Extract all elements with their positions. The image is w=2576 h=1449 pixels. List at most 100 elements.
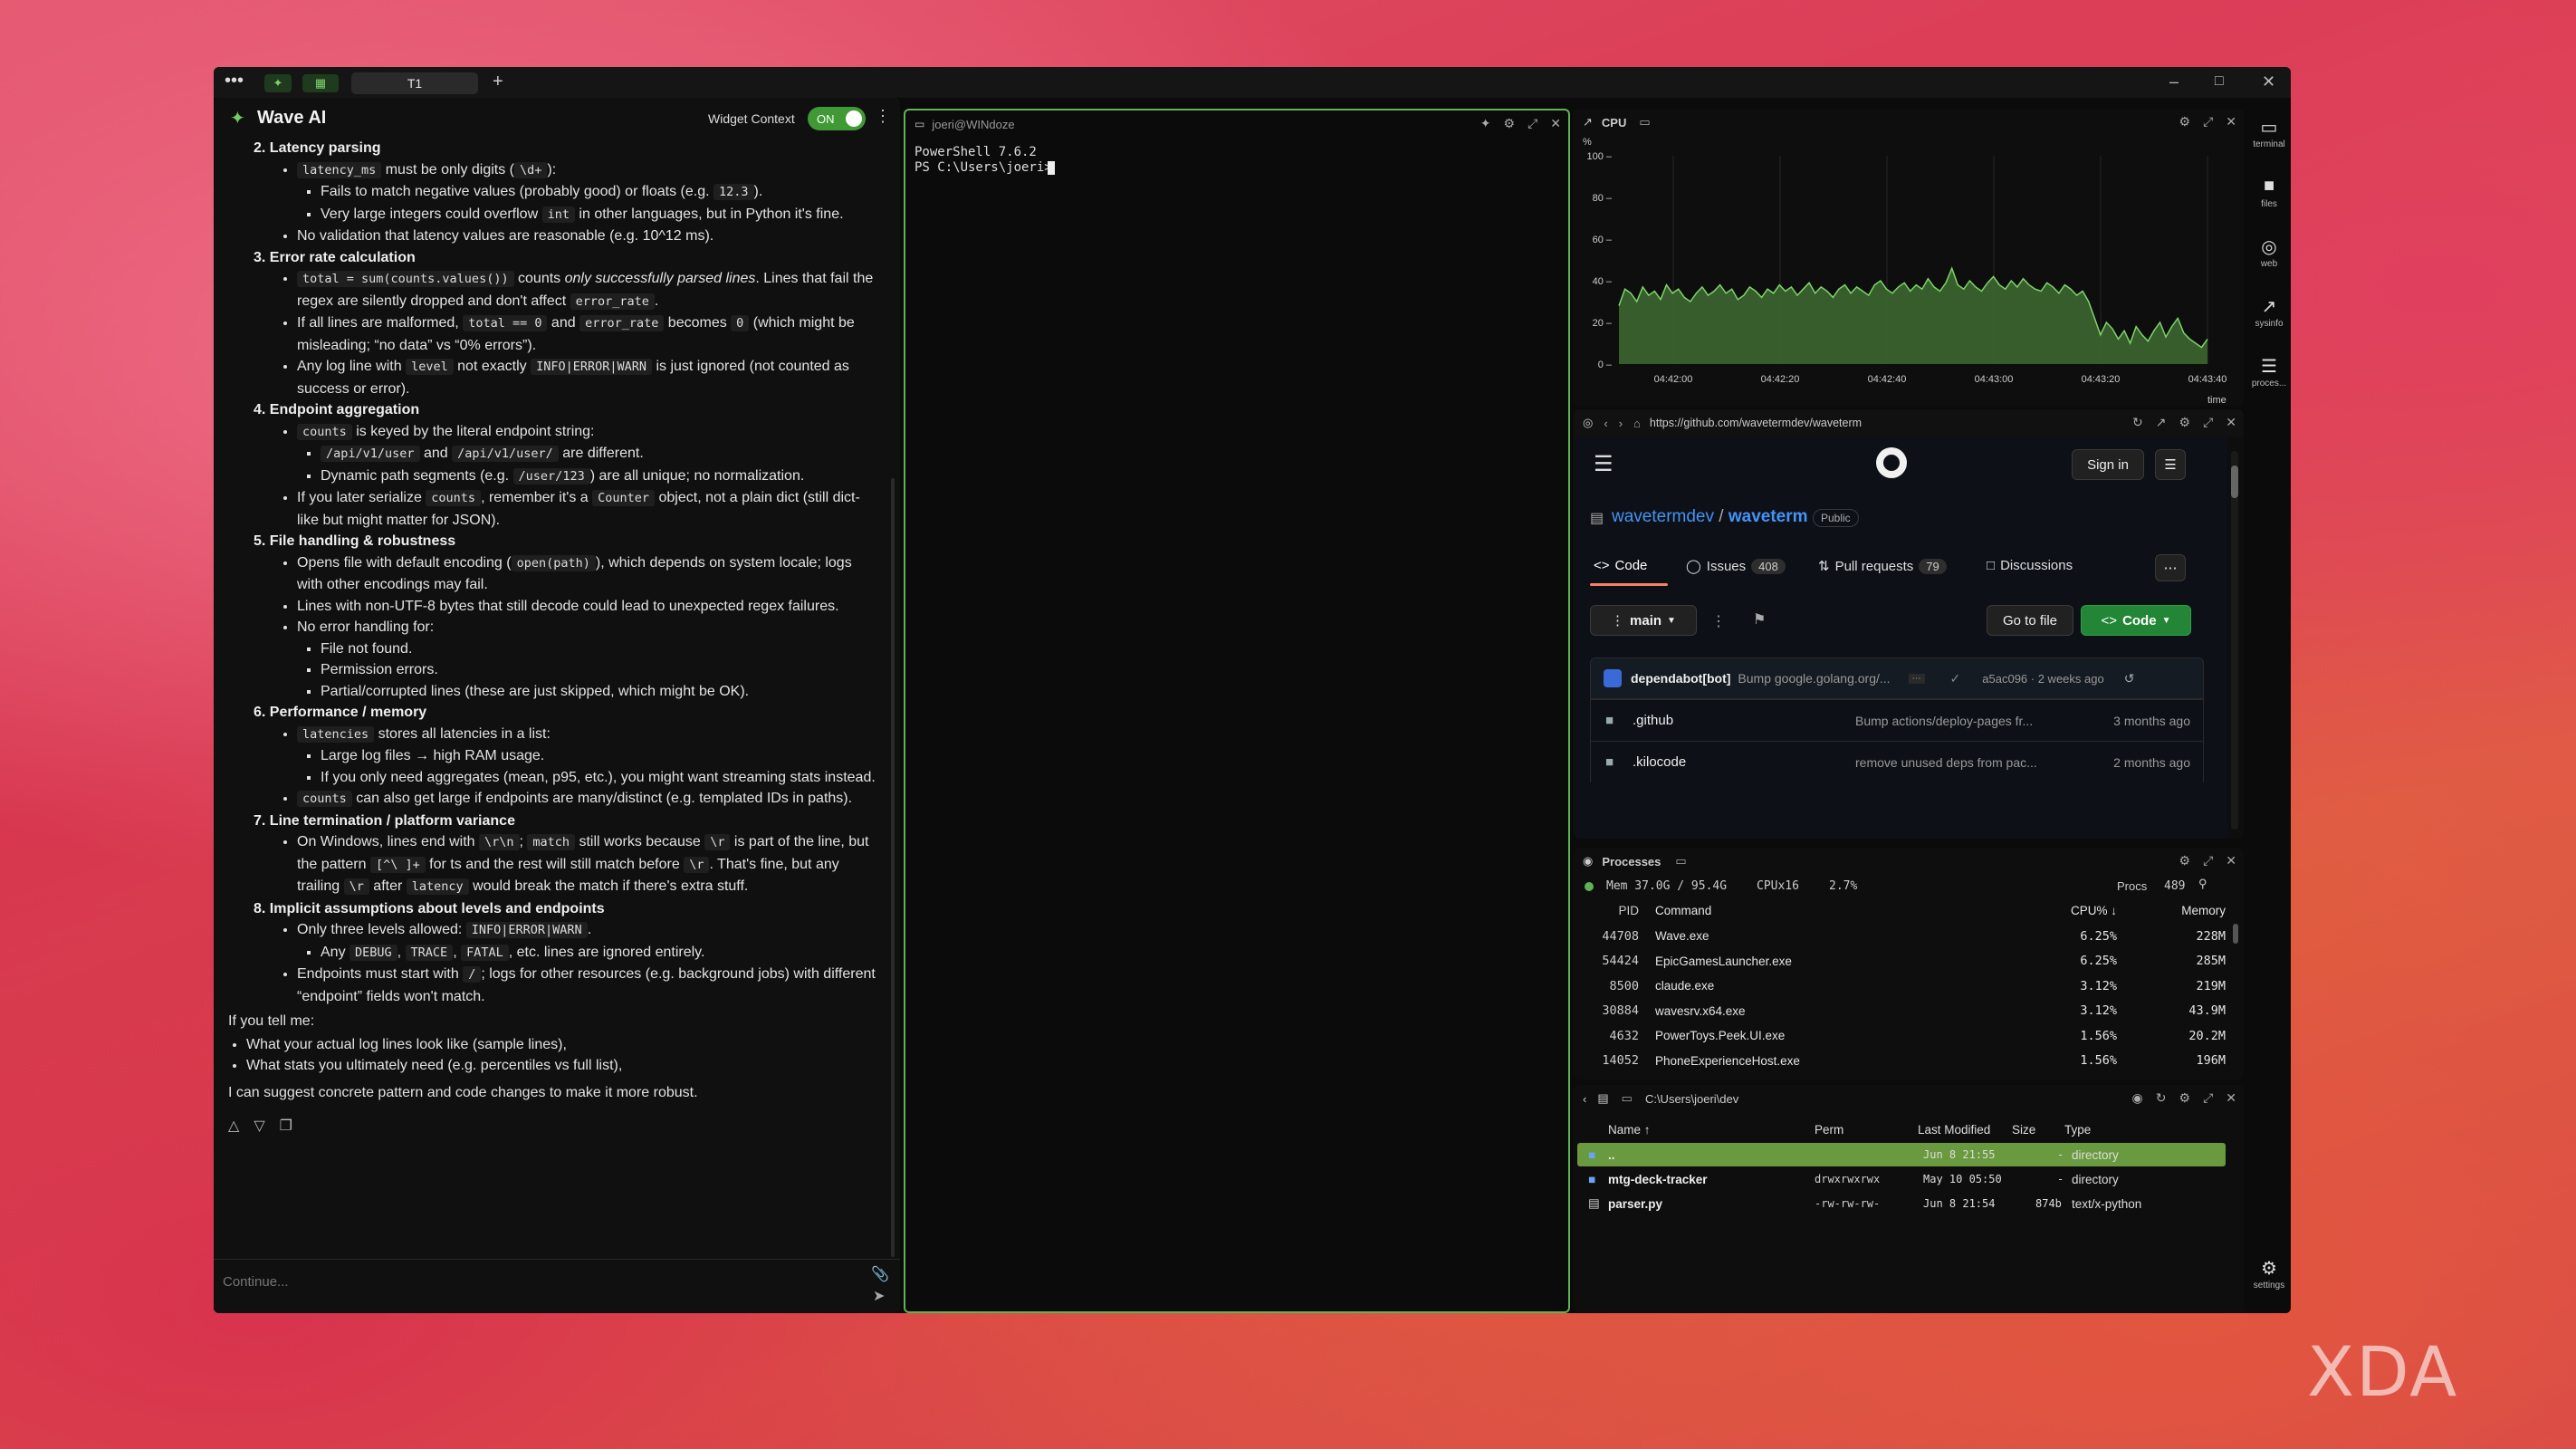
expand-icon[interactable]: ⤢: [1527, 116, 1537, 131]
branches-icon[interactable]: ⋮: [1711, 612, 1726, 630]
rail-web[interactable]: ◎ web: [2247, 235, 2291, 269]
process-row[interactable]: 4632 PowerToys.Peek.UI.exe 1.56% 20.2M: [1574, 1023, 2244, 1048]
close-icon[interactable]: ✕: [2226, 114, 2236, 130]
y-unit-label: %: [1583, 137, 1592, 148]
github-logo-icon[interactable]: [1876, 447, 1907, 478]
history-icon[interactable]: ↺: [2124, 671, 2135, 686]
tab-pull-requests[interactable]: ⇅ Pull requests 79: [1818, 558, 1947, 574]
settings-gear-icon[interactable]: ⚙: [2179, 114, 2191, 130]
rail-processes[interactable]: ☰ proces...: [2247, 355, 2291, 389]
monitor-icon[interactable]: ▭: [1675, 854, 1686, 868]
process-scrollbar[interactable]: [2233, 924, 2238, 944]
tab-discussions[interactable]: □ Discussions: [1987, 558, 2073, 573]
col-pid[interactable]: PID: [1574, 904, 1639, 917]
send-icon[interactable]: ➤: [873, 1287, 885, 1305]
minimize-icon[interactable]: –: [2169, 72, 2179, 91]
col-type[interactable]: Type: [2064, 1123, 2091, 1137]
reload-icon[interactable]: ↻: [2132, 415, 2143, 430]
tell-me-text: If you tell me:: [228, 1013, 315, 1029]
refresh-icon[interactable]: ↻: [2156, 1090, 2167, 1106]
close-icon[interactable]: ✕: [2226, 415, 2236, 430]
maximize-icon[interactable]: □: [2215, 73, 2224, 90]
tab-issues[interactable]: ◯ Issues 408: [1686, 558, 1786, 574]
widget-context-toggle[interactable]: ON: [808, 107, 866, 130]
back-icon[interactable]: ‹: [1604, 417, 1607, 430]
process-row[interactable]: 54424 EpicGamesLauncher.exe 6.25% 285M: [1574, 949, 2244, 974]
current-path[interactable]: C:\Users\joeri\dev: [1645, 1092, 1738, 1106]
ai-scrollbar[interactable]: [891, 478, 895, 1257]
thumbs-down-icon[interactable]: ▽: [254, 1116, 264, 1137]
rail-settings[interactable]: ⚙ settings: [2247, 1257, 2291, 1291]
thumbs-up-icon[interactable]: △: [228, 1116, 239, 1137]
process-row[interactable]: 14052 PhoneExperienceHost.exe 1.56% 196M: [1574, 1049, 2244, 1073]
magic-icon[interactable]: ✦: [1480, 116, 1491, 131]
workspace-gamepad-icon[interactable]: ▦: [302, 74, 339, 92]
terminal-panel[interactable]: ▭ joeri@WINdoze ✦ ⚙ ⤢ ✕ PowerShell 7.6.2…: [904, 109, 1570, 1313]
expand-icon[interactable]: ⤢: [2203, 853, 2213, 868]
close-icon[interactable]: ✕: [2226, 1090, 2236, 1106]
tags-icon[interactable]: ⚑: [1753, 610, 1766, 629]
process-row[interactable]: 44708 Wave.exe 6.25% 228M: [1574, 924, 2244, 948]
tab-t1[interactable]: T1: [351, 72, 478, 94]
settings-gear-icon[interactable]: ⚙: [1504, 116, 1516, 131]
repo-name-link[interactable]: waveterm: [1729, 507, 1808, 526]
go-to-file-button[interactable]: Go to file: [1987, 605, 2073, 636]
expand-icon[interactable]: ⤢: [2203, 1090, 2213, 1106]
tell-item: What your actual log lines look like (sa…: [246, 1034, 880, 1056]
more-tabs-button[interactable]: ⋯: [2155, 554, 2186, 581]
external-link-icon[interactable]: ↗: [2156, 415, 2167, 430]
url-bar[interactable]: https://github.com/wavetermdev/waveterm: [1650, 417, 2084, 429]
back-icon[interactable]: ‹: [1583, 1092, 1586, 1106]
col-modified[interactable]: Last Modified: [1918, 1123, 1990, 1137]
col-cpu[interactable]: CPU% ↓: [2045, 904, 2117, 917]
forward-icon[interactable]: ›: [1619, 417, 1623, 430]
settings-gear-icon[interactable]: ⚙: [2179, 415, 2191, 430]
rail-files[interactable]: ■ files: [2247, 176, 2291, 209]
commit-message[interactable]: Bump google.golang.org/...: [1738, 671, 1890, 686]
col-size[interactable]: Size: [2012, 1123, 2035, 1137]
expand-icon[interactable]: ⤢: [2203, 415, 2213, 430]
hamburger-icon[interactable]: ☰: [1594, 451, 1614, 477]
close-icon[interactable]: ✕: [1550, 116, 1561, 131]
tab-code[interactable]: <> Code: [1594, 558, 1647, 573]
file-perm: drwxrwxrwx: [1815, 1173, 1881, 1185]
col-name[interactable]: Name ↑: [1608, 1123, 1651, 1137]
home-icon[interactable]: ⌂: [1633, 417, 1641, 430]
copy-icon[interactable]: ❐: [280, 1116, 292, 1137]
monitor-icon[interactable]: ▭: [1639, 115, 1650, 130]
web-scrollbar[interactable]: [2231, 451, 2238, 830]
settings-gear-icon[interactable]: ⚙: [2179, 1090, 2191, 1106]
file-row[interactable]: ■.. Jun 8 21:55 - directory: [1577, 1143, 2226, 1166]
monitor-icon[interactable]: ▭: [1622, 1091, 1633, 1106]
process-row[interactable]: 8500 claude.exe 3.12% 219M: [1574, 974, 2244, 998]
add-tab-button[interactable]: +: [493, 72, 503, 92]
search-icon[interactable]: ⚲: [2198, 878, 2207, 891]
ai-chat-input[interactable]: [223, 1271, 847, 1292]
rail-sysinfo[interactable]: ↗ sysinfo: [2247, 295, 2291, 329]
col-memory[interactable]: Memory: [2153, 904, 2226, 917]
options-button[interactable]: ☰: [2155, 449, 2186, 480]
close-icon[interactable]: ✕: [2226, 853, 2236, 868]
settings-gear-icon[interactable]: ⚙: [2179, 853, 2191, 868]
process-row[interactable]: 30884 wavesrv.x64.exe 3.12% 43.9M: [1574, 999, 2244, 1023]
rail-terminal[interactable]: ▭ terminal: [2247, 116, 2291, 149]
file-row[interactable]: ■ .github Bump actions/deploy-pages fr..…: [1590, 699, 2204, 741]
menu-dots-icon[interactable]: •••: [225, 71, 244, 91]
sign-in-button[interactable]: Sign in: [2072, 449, 2144, 480]
file-row[interactable]: ■ .kilocode remove unused deps from pac.…: [1590, 741, 2204, 782]
kebab-menu-icon[interactable]: ⋮: [875, 107, 891, 126]
col-command[interactable]: Command: [1655, 904, 1711, 917]
expand-icon[interactable]: ⤢: [2203, 114, 2213, 130]
ellipsis-icon[interactable]: ⋯: [1908, 673, 1925, 684]
branch-select[interactable]: ⋮ main ▼: [1590, 605, 1697, 636]
file-row[interactable]: ■ mtg-deck-tracker drwxrwxrwx May 10 05:50 -…: [1577, 1167, 2226, 1191]
col-perm[interactable]: Perm: [1815, 1123, 1843, 1137]
attach-icon[interactable]: 📎: [871, 1265, 889, 1283]
code-dropdown-button[interactable]: <> Code ▼: [2081, 605, 2191, 636]
close-window-icon[interactable]: ✕: [2262, 72, 2275, 91]
commit-author[interactable]: dependabot[bot]: [1631, 671, 1730, 686]
file-row[interactable]: ▤ parser.py -rw-rw-rw- Jun 8 21:54 874b text/…: [1577, 1192, 2226, 1215]
repo-owner-link[interactable]: wavetermdev: [1612, 507, 1714, 526]
workspace-sparkle-icon[interactable]: ✦: [264, 74, 292, 92]
eye-icon[interactable]: ◉: [2132, 1090, 2143, 1106]
